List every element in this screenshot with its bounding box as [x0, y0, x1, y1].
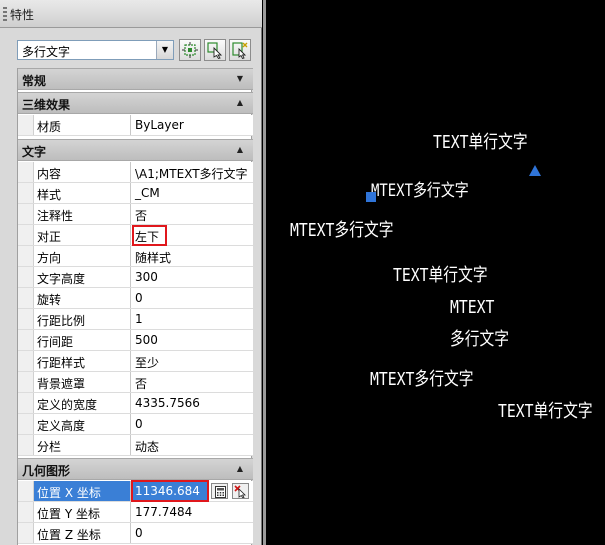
calculator-icon — [215, 486, 226, 498]
drag-grip-icon[interactable] — [3, 7, 7, 21]
prop-name: 行距样式 — [34, 351, 131, 371]
prop-value[interactable]: 动态 — [132, 435, 253, 455]
prop-value[interactable]: ByLayer — [132, 115, 253, 135]
chevron-down-icon: ▼ — [236, 74, 243, 83]
prop-row-defined-height[interactable]: 定义高度 0 — [18, 414, 253, 435]
prop-value[interactable]: 随样式 — [132, 246, 253, 266]
palette-title: 特性 — [10, 8, 35, 22]
highlight-box — [132, 225, 167, 246]
prop-value[interactable]: _CM — [132, 183, 253, 203]
prop-row-background-mask[interactable]: 背景遮罩 否 — [18, 372, 253, 393]
properties-palette: 特性 多行文字 ▼ 常规 ▼ 三维效果 ▲ 材质 ByLayer 文字 ▲ 内容… — [0, 0, 262, 545]
prop-value[interactable]: 1 — [132, 309, 253, 329]
prop-row-columns[interactable]: 分栏 动态 — [18, 435, 253, 456]
prop-value[interactable]: 500 — [132, 330, 253, 350]
pick-point-icon — [234, 485, 246, 499]
property-grid: 常规 ▼ 三维效果 ▲ 材质 ByLayer 文字 ▲ 内容 \A1;MTEXT… — [17, 68, 253, 545]
prop-value[interactable]: \A1;MTEXT多行文字 — [132, 162, 253, 182]
chevron-up-icon: ▲ — [236, 98, 243, 107]
prop-name: 方向 — [34, 246, 131, 266]
prop-value[interactable]: 0 — [132, 523, 253, 543]
section-3d-label: 三维效果 — [22, 98, 71, 112]
canvas-mtext-2[interactable]: MTEXT多行文字 — [370, 365, 473, 391]
grip-square-icon[interactable] — [366, 192, 376, 202]
prop-name: 分栏 — [34, 435, 131, 455]
canvas-mtext-line2[interactable]: 多行文字 — [450, 325, 509, 351]
canvas-text-single-2[interactable]: TEXT单行文字 — [393, 261, 488, 287]
grip-triangle-icon[interactable] — [529, 165, 541, 176]
chevron-down-icon[interactable]: ▼ — [156, 41, 173, 59]
quickcalc-button[interactable] — [211, 483, 228, 499]
pick-point-button[interactable] — [232, 483, 249, 499]
prop-value[interactable]: 177.7484 — [132, 502, 253, 522]
prop-name: 旋转 — [34, 288, 131, 308]
prop-row-line-spacing-factor[interactable]: 行距比例 1 — [18, 309, 253, 330]
prop-row-contents[interactable]: 内容 \A1;MTEXT多行文字 — [18, 162, 253, 183]
chevron-up-icon: ▲ — [236, 464, 243, 473]
prop-name: 注释性 — [34, 204, 131, 224]
canvas-text-single-1[interactable]: TEXT单行文字 — [433, 128, 528, 154]
prop-name: 定义的宽度 — [34, 393, 131, 413]
section-text-label: 文字 — [22, 145, 47, 159]
object-type-dropdown[interactable]: 多行文字 ▼ — [17, 40, 174, 60]
toggle-pickadd-button[interactable] — [229, 39, 251, 61]
prop-row-position-z[interactable]: 位置 Z 坐标 0 — [18, 523, 253, 544]
prop-row-text-height[interactable]: 文字高度 300 — [18, 267, 253, 288]
object-type-value: 多行文字 — [22, 45, 71, 59]
canvas-mtext-selected[interactable]: MTEXT多行文字 — [371, 176, 469, 201]
prop-name: 样式 — [34, 183, 131, 203]
canvas-text-single-3[interactable]: TEXT单行文字 — [498, 397, 593, 423]
prop-value[interactable]: 否 — [132, 204, 253, 224]
select-objects-button[interactable] — [204, 39, 226, 61]
prop-value[interactable]: 0 — [132, 414, 253, 434]
select-objects-icon — [207, 42, 223, 60]
prop-row-position-x[interactable]: 位置 X 坐标 11346.684 — [18, 480, 253, 502]
prop-name: 位置 X 坐标 — [34, 481, 131, 501]
chevron-up-icon: ▲ — [236, 145, 243, 154]
prop-name: 行间距 — [34, 330, 131, 350]
prop-name: 位置 Z 坐标 — [34, 523, 131, 543]
prop-row-justify[interactable]: 对正 左下 — [18, 225, 253, 246]
prop-name: 对正 — [34, 225, 131, 245]
prop-row-position-y[interactable]: 位置 Y 坐标 177.7484 — [18, 502, 253, 523]
prop-name: 行距比例 — [34, 309, 131, 329]
pickadd-icon — [232, 42, 248, 60]
prop-name: 内容 — [34, 162, 131, 182]
prop-row-defined-width[interactable]: 定义的宽度 4335.7566 — [18, 393, 253, 414]
quick-select-button[interactable] — [179, 39, 201, 61]
prop-name: 位置 Y 坐标 — [34, 502, 131, 522]
prop-row-rotation[interactable]: 旋转 0 — [18, 288, 253, 309]
section-3d-effects[interactable]: 三维效果 ▲ — [18, 92, 253, 114]
section-general-label: 常规 — [22, 74, 47, 88]
palette-titlebar[interactable]: 特性 — [0, 0, 262, 28]
highlight-box — [131, 480, 209, 502]
prop-name: 定义高度 — [34, 414, 131, 434]
prop-name: 文字高度 — [34, 267, 131, 287]
prop-row-material[interactable]: 材质 ByLayer — [18, 115, 253, 136]
prop-value[interactable]: 4335.7566 — [132, 393, 253, 413]
selector-row: 多行文字 ▼ — [17, 38, 252, 62]
prop-row-style[interactable]: 样式 _CM — [18, 183, 253, 204]
section-geometry-label: 几何图形 — [22, 464, 71, 478]
prop-value[interactable]: 否 — [132, 372, 253, 392]
canvas-mtext-1[interactable]: MTEXT多行文字 — [290, 216, 393, 242]
quick-select-icon — [182, 42, 198, 58]
prop-row-line-spacing-style[interactable]: 行距样式 至少 — [18, 351, 253, 372]
prop-name: 材质 — [34, 115, 131, 135]
prop-row-annotative[interactable]: 注释性 否 — [18, 204, 253, 225]
canvas-mtext-line1[interactable]: MTEXT — [450, 297, 494, 318]
prop-row-direction[interactable]: 方向 随样式 — [18, 246, 253, 267]
section-general[interactable]: 常规 ▼ — [18, 68, 253, 90]
section-text[interactable]: 文字 ▲ — [18, 139, 253, 161]
prop-value[interactable]: 300 — [132, 267, 253, 287]
prop-value[interactable]: 至少 — [132, 351, 253, 371]
section-geometry[interactable]: 几何图形 ▲ — [18, 458, 253, 480]
prop-name: 背景遮罩 — [34, 372, 131, 392]
prop-value[interactable]: 0 — [132, 288, 253, 308]
prop-row-line-spacing-distance[interactable]: 行间距 500 — [18, 330, 253, 351]
